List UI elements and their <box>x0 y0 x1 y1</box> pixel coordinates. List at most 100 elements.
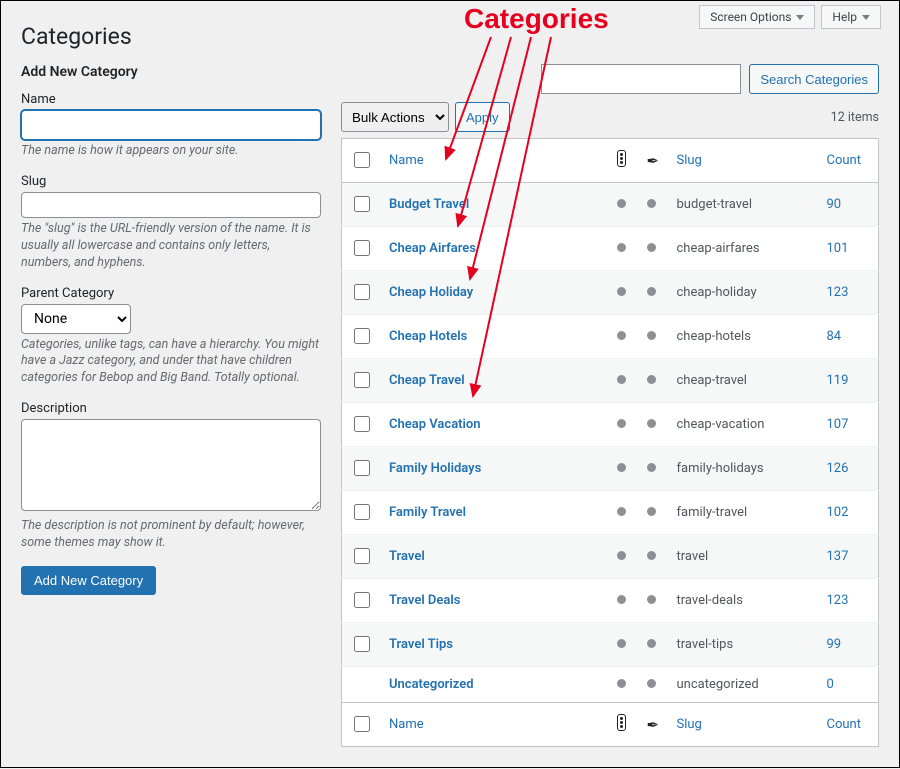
footer-slug[interactable]: Slug <box>677 717 702 732</box>
slug-cell: cheap-airfares <box>669 227 819 271</box>
row-checkbox[interactable] <box>354 196 370 212</box>
count-link[interactable]: 123 <box>827 593 849 608</box>
status-dot-icon <box>617 419 626 428</box>
status-dot-icon <box>647 287 656 296</box>
category-link[interactable]: Uncategorized <box>389 677 474 692</box>
count-link[interactable]: 99 <box>827 637 842 652</box>
name-label: Name <box>21 92 321 107</box>
status-dot-icon <box>617 507 626 516</box>
count-link[interactable]: 123 <box>827 285 849 300</box>
category-link[interactable]: Cheap Travel <box>389 373 465 388</box>
status-dot-icon <box>617 463 626 472</box>
select-all-checkbox[interactable] <box>354 152 370 168</box>
table-row: Budget Travel budget-travel 90 <box>342 183 879 227</box>
bulk-actions-select[interactable]: Bulk Actions <box>341 102 449 132</box>
header-count[interactable]: Count <box>827 153 861 168</box>
category-link[interactable]: Cheap Vacation <box>389 417 481 432</box>
table-row: Cheap Travelcheap-travel119 <box>342 359 879 403</box>
help-label: Help <box>832 10 857 24</box>
category-link[interactable]: Family Holidays <box>389 461 481 476</box>
status-dot-icon <box>647 419 656 428</box>
status-dot-icon <box>617 331 626 340</box>
row-checkbox[interactable] <box>354 372 370 388</box>
row-checkbox[interactable] <box>354 416 370 432</box>
category-link[interactable]: Travel <box>389 549 425 564</box>
row-checkbox[interactable] <box>354 460 370 476</box>
category-link[interactable]: Travel Tips <box>389 637 453 652</box>
slug-cell: budget-travel <box>669 183 819 227</box>
slug-cell: travel-tips <box>669 623 819 667</box>
categories-table: Name ✒ Slug Count Budget Travelbudget-tr… <box>341 138 879 747</box>
count-link[interactable]: 119 <box>827 373 849 388</box>
count-link[interactable]: 107 <box>827 417 849 432</box>
row-checkbox[interactable] <box>354 328 370 344</box>
category-link[interactable]: Cheap Holiday <box>389 285 473 300</box>
status-dot-icon <box>617 679 626 688</box>
count-link[interactable]: 126 <box>827 461 849 476</box>
count-link[interactable]: 102 <box>827 505 849 520</box>
add-category-form: Add New Category Name The name is how it… <box>21 64 321 595</box>
table-row: Family Travel family-travel 102 <box>342 491 879 535</box>
category-link[interactable]: Cheap Hotels <box>389 329 467 344</box>
slug-cell: family-travel <box>669 491 819 535</box>
slug-cell: uncategorized <box>669 667 819 703</box>
description-textarea[interactable] <box>21 419 321 511</box>
status-dot-icon <box>647 243 656 252</box>
parent-help: Categories, unlike tags, can have a hier… <box>21 337 321 388</box>
name-input[interactable] <box>21 110 321 140</box>
category-link[interactable]: Family Travel <box>389 505 466 520</box>
table-row: Uncategorized uncategorized 0 <box>342 667 879 703</box>
screen-options-tab[interactable]: Screen Options <box>699 5 815 29</box>
count-link[interactable]: 0 <box>827 677 834 692</box>
footer-name[interactable]: Name <box>389 717 424 732</box>
status-dot-icon <box>647 375 656 384</box>
apply-button[interactable]: Apply <box>455 102 510 132</box>
search-categories-button[interactable]: Search Categories <box>749 64 879 94</box>
status-dot-icon <box>647 551 656 560</box>
chevron-down-icon <box>862 15 870 20</box>
footer-count[interactable]: Count <box>827 717 861 732</box>
count-link[interactable]: 137 <box>827 549 849 564</box>
name-help: The name is how it appears on your site. <box>21 143 321 160</box>
add-category-heading: Add New Category <box>21 64 321 80</box>
status-dot-icon <box>617 199 626 208</box>
table-row: Travel travel 137 <box>342 535 879 579</box>
row-checkbox[interactable] <box>354 548 370 564</box>
row-checkbox[interactable] <box>354 636 370 652</box>
parent-label: Parent Category <box>21 286 321 301</box>
parent-select[interactable]: None <box>21 304 131 334</box>
search-input[interactable] <box>541 64 741 94</box>
slug-cell: cheap-vacation <box>669 403 819 447</box>
select-all-checkbox-bottom[interactable] <box>354 716 370 732</box>
status-dot-icon <box>647 199 656 208</box>
items-count: 12 items <box>831 110 879 125</box>
count-link[interactable]: 84 <box>827 329 842 344</box>
status-dot-icon <box>647 595 656 604</box>
table-row: Cheap Holidaycheap-holiday123 <box>342 271 879 315</box>
description-help: The description is not prominent by defa… <box>21 518 321 552</box>
table-row: Travel Dealstravel-deals123 <box>342 579 879 623</box>
category-link[interactable]: Budget Travel <box>389 197 469 212</box>
status-dot-icon <box>617 243 626 252</box>
status-dot-icon <box>617 551 626 560</box>
count-link[interactable]: 101 <box>827 241 849 256</box>
count-link[interactable]: 90 <box>827 197 842 212</box>
slug-cell: travel <box>669 535 819 579</box>
table-row: Family Holidaysfamily-holidays126 <box>342 447 879 491</box>
row-checkbox[interactable] <box>354 284 370 300</box>
header-slug[interactable]: Slug <box>677 153 702 168</box>
category-link[interactable]: Travel Deals <box>389 593 460 608</box>
table-row: Cheap Airfares cheap-airfares 101 <box>342 227 879 271</box>
slug-label: Slug <box>21 174 321 189</box>
slug-input[interactable] <box>21 192 321 218</box>
table-row: Cheap Hotelscheap-hotels84 <box>342 315 879 359</box>
category-link[interactable]: Cheap Airfares <box>389 241 476 256</box>
status-dot-icon <box>647 331 656 340</box>
status-dot-icon <box>617 595 626 604</box>
row-checkbox[interactable] <box>354 504 370 520</box>
add-category-button[interactable]: Add New Category <box>21 566 156 595</box>
help-tab[interactable]: Help <box>821 5 881 29</box>
header-name[interactable]: Name <box>389 153 424 168</box>
row-checkbox[interactable] <box>354 592 370 608</box>
row-checkbox[interactable] <box>354 240 370 256</box>
